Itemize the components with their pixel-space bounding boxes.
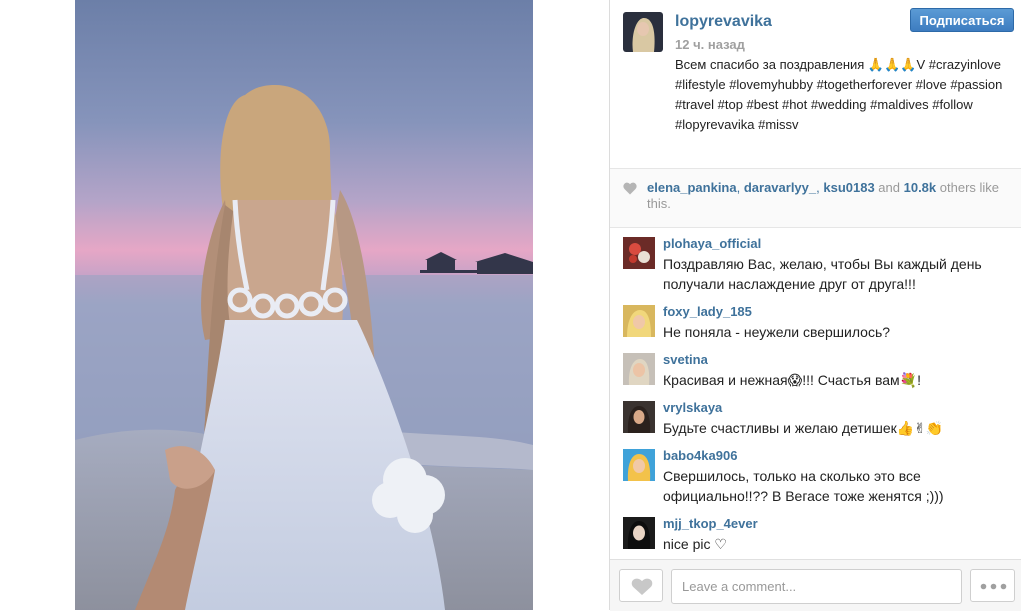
comment-text: Не поняла - неужели свершилось? <box>663 324 891 340</box>
commenter-avatar[interactable] <box>623 401 655 433</box>
comment-text: nice pic ♡ <box>663 536 727 552</box>
comment-footer <box>610 559 1021 611</box>
likes-count[interactable]: 10.8k <box>904 180 937 195</box>
commenter-avatar[interactable] <box>623 517 655 549</box>
more-dots-icon <box>980 583 1007 590</box>
liker-username[interactable]: daravarlyy_ <box>744 180 816 195</box>
likes-summary: elena_pankina, daravarlyy_, ksu0183 and … <box>610 168 1021 228</box>
author-avatar[interactable] <box>623 12 663 52</box>
liker-username[interactable]: elena_pankina <box>647 180 737 195</box>
likes-separator: , <box>736 180 744 195</box>
comments-list[interactable]: plohaya_official Поздравляю Вас, желаю, … <box>610 230 1021 560</box>
comment-text: Свершилось, только на сколько это все оф… <box>663 468 944 504</box>
comment-username[interactable]: svetina <box>663 352 708 367</box>
comment-text: Будьте счастливы и желаю детишек👍✌👏 <box>663 420 944 436</box>
post-photo[interactable] <box>75 0 533 610</box>
more-options-button[interactable] <box>970 569 1015 602</box>
post-header: lopyrevavika 12 ч. назад Всем спасибо за… <box>610 0 1021 168</box>
commenter-avatar[interactable] <box>623 237 655 269</box>
comment-username[interactable]: vrylskaya <box>663 400 722 415</box>
heart-icon <box>631 578 653 595</box>
comment-username[interactable]: plohaya_official <box>663 236 761 251</box>
comment-username[interactable]: foxy_lady_185 <box>663 304 752 319</box>
author-username[interactable]: lopyrevavika <box>675 13 772 31</box>
comment-text: Поздравляю Вас, желаю, чтобы Вы каждый д… <box>663 256 982 292</box>
likes-text: elena_pankina, daravarlyy_, ksu0183 and … <box>647 180 1007 212</box>
comment-text: Красивая и нежная😱!!! Счастья вам💐! <box>663 372 921 388</box>
post-caption: Всем спасибо за поздравления 🙏🙏🙏V #crazy… <box>675 57 1003 132</box>
liker-username[interactable]: ksu0183 <box>823 180 874 195</box>
heart-icon <box>623 182 637 195</box>
commenter-avatar[interactable] <box>623 449 655 481</box>
post-timestamp[interactable]: 12 ч. назад <box>675 37 745 52</box>
comment-input[interactable] <box>671 569 962 604</box>
likes-and: and <box>874 180 904 195</box>
post-details-panel: lopyrevavika 12 ч. назад Всем спасибо за… <box>609 0 1021 611</box>
like-button[interactable] <box>619 569 663 602</box>
commenter-avatar[interactable] <box>623 305 655 337</box>
comment-username[interactable]: babo4ka906 <box>663 448 737 463</box>
follow-button[interactable]: Подписаться <box>910 8 1014 32</box>
commenter-avatar[interactable] <box>623 353 655 385</box>
comment-username[interactable]: mjj_tkop_4ever <box>663 516 758 531</box>
